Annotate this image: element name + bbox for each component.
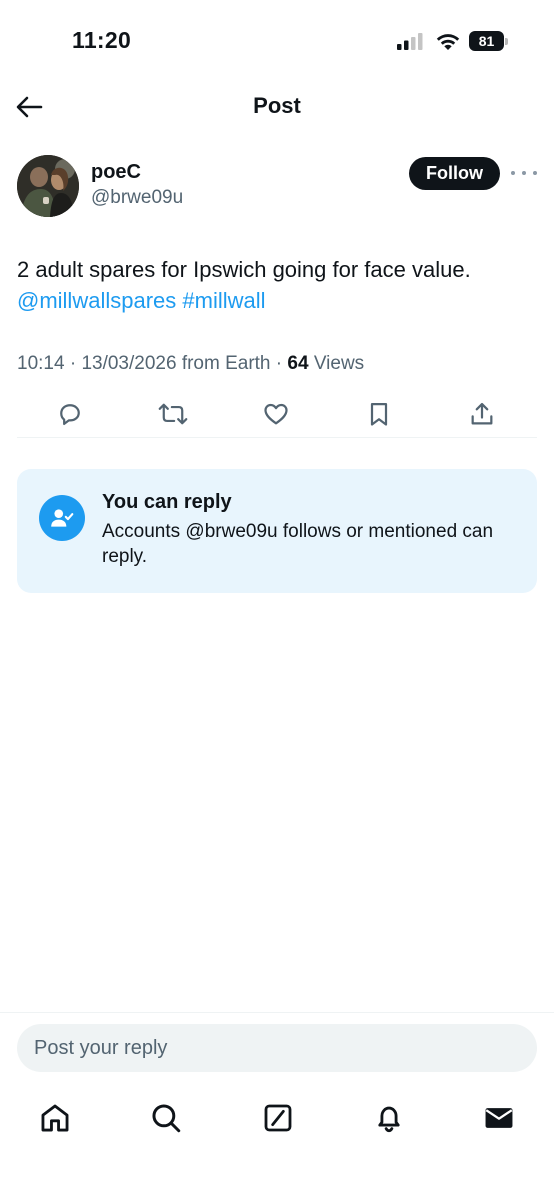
share-button[interactable] (466, 398, 498, 430)
like-icon (264, 403, 288, 425)
wifi-icon (436, 34, 460, 50)
post-meta: 10:14 · 13/03/2026 from Earth · 64 Views (17, 353, 365, 374)
status-bar: 11:20 81 (0, 0, 554, 82)
tab-search[interactable] (146, 1098, 186, 1138)
tab-bar (0, 1090, 554, 1150)
status-time: 11:20 (72, 27, 132, 53)
tab-messages[interactable] (479, 1098, 519, 1138)
battery-icon: 81 (469, 31, 509, 51)
tab-grok[interactable] (258, 1098, 298, 1138)
tab-home[interactable] (35, 1098, 75, 1138)
avatar[interactable] (17, 155, 79, 217)
reply-button[interactable] (54, 398, 86, 430)
author-name[interactable]: poeC (91, 161, 141, 184)
views-label[interactable]: Views (314, 353, 364, 374)
post-source: from Earth (181, 353, 271, 374)
follow-button[interactable]: Follow (409, 157, 500, 190)
tab-notifications[interactable] (369, 1098, 409, 1138)
bookmark-icon (370, 402, 388, 426)
views-count[interactable]: 64 (287, 353, 308, 374)
page-title: Post (253, 93, 301, 118)
post-time[interactable]: 10:14 (17, 353, 65, 374)
messages-icon (485, 1108, 513, 1128)
reply-restriction-title: You can reply (102, 491, 232, 513)
reply-input[interactable] (17, 1024, 537, 1072)
more-options-icon[interactable] (511, 162, 537, 184)
user-check-icon (39, 495, 85, 541)
bookmark-button[interactable] (363, 398, 395, 430)
composer-divider (0, 1012, 554, 1013)
battery-level: 81 (469, 31, 504, 51)
share-icon (471, 402, 493, 425)
author-handle[interactable]: @brwe09u (91, 187, 183, 209)
reply-restriction-description: Accounts @brwe09u follows or mentioned c… (102, 521, 494, 567)
avatar-photo (17, 155, 79, 217)
notifications-icon (378, 1106, 400, 1133)
post-text: 2 adult spares for Ipswich going for fac… (17, 257, 471, 282)
mention-link[interactable]: @millwallspares (17, 288, 176, 313)
header: Post (0, 82, 554, 134)
reply-restriction-card: You can reply Accounts @brwe09u follows … (17, 469, 537, 593)
hashtag-link[interactable]: #millwall (182, 288, 265, 313)
action-bar (0, 394, 554, 434)
grok-icon (264, 1104, 292, 1132)
repost-button[interactable] (157, 398, 189, 430)
post-tags: @millwallspares #millwall (17, 286, 537, 316)
divider (17, 437, 537, 438)
search-icon (152, 1104, 181, 1133)
signal-icon (397, 33, 423, 50)
repost-icon (158, 403, 188, 425)
home-icon (41, 1104, 69, 1132)
post-date[interactable]: 13/03/2026 (81, 353, 176, 374)
reply-icon (60, 404, 80, 426)
like-button[interactable] (260, 398, 292, 430)
